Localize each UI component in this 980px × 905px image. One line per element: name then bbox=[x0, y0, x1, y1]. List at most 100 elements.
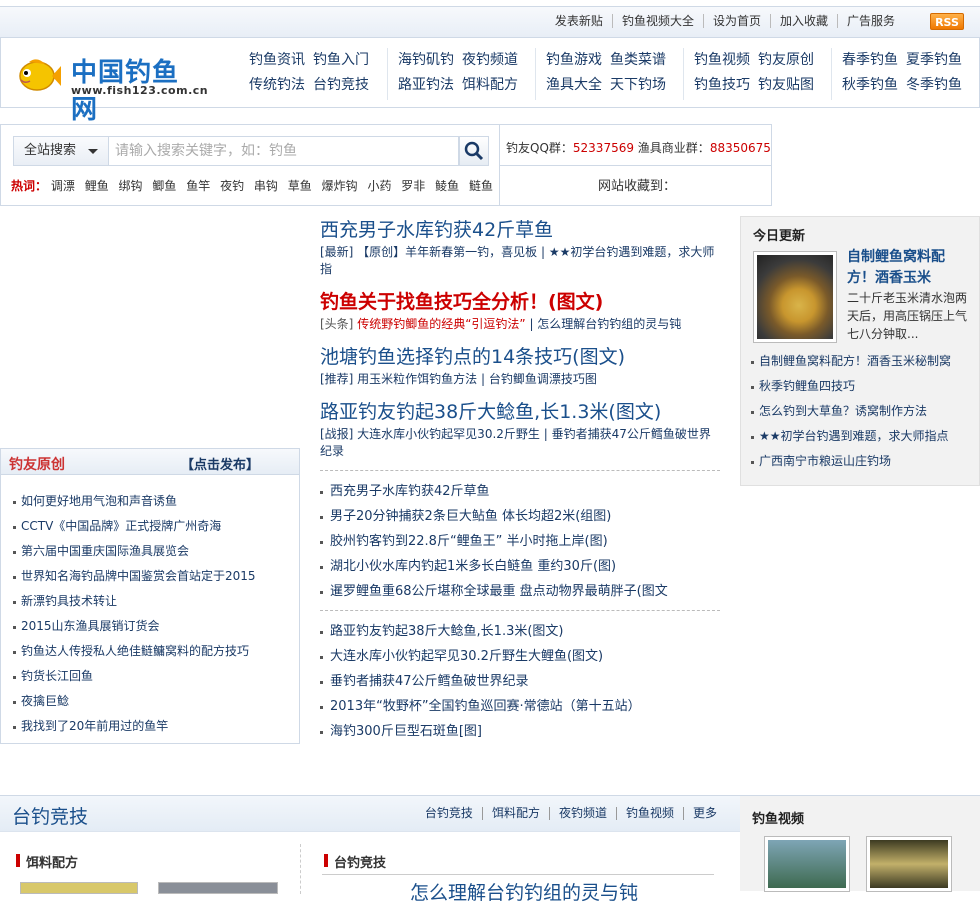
search-input[interactable]: 请输入搜索关键字，如：钓鱼 bbox=[109, 136, 459, 166]
qq-number-1[interactable]: 52337569 bbox=[573, 141, 634, 155]
list-item[interactable]: 第六届中国重庆国际渔具展览会 bbox=[13, 539, 299, 564]
section-link[interactable]: 钓鱼视频 bbox=[615, 807, 683, 820]
list-item[interactable]: 路亚钓友钓起38斤大鲶鱼,长1.3米(图文) bbox=[320, 619, 720, 644]
bait-image[interactable] bbox=[20, 882, 138, 894]
list-item[interactable]: 如何更好地用气泡和声音诱鱼 bbox=[13, 489, 299, 514]
hot-word[interactable]: 调漂 bbox=[51, 179, 75, 193]
section-link[interactable]: 饵料配方 bbox=[481, 807, 549, 820]
rss-button[interactable]: RSS bbox=[930, 13, 964, 30]
headline-title[interactable]: 西充男子水库钓获42斤草鱼 bbox=[320, 216, 720, 244]
headline-red-link[interactable]: 传统野钓鲫鱼的经典“引逗钓法” bbox=[353, 317, 529, 331]
nav-link[interactable]: 海钓矶钓 bbox=[398, 52, 454, 68]
hot-word[interactable]: 罗非 bbox=[401, 179, 425, 193]
hot-word[interactable]: 绑钩 bbox=[119, 179, 143, 193]
list-item[interactable]: 世界知名海钓品牌中国鉴赏会首站定于2015 bbox=[13, 564, 299, 589]
nav-link[interactable]: 渔具大全 bbox=[546, 77, 602, 93]
nav-link[interactable]: 天下钓场 bbox=[610, 77, 666, 93]
list-item[interactable]: 暹罗鲤鱼重68公斤堪称全球最重 盘点动物界最萌胖子(图文 bbox=[320, 579, 720, 604]
headline-sub[interactable]: [最新] 【原创】羊年新春第一钓，喜见板 | ★★初学台钓遇到难题，求大师指 bbox=[320, 244, 720, 278]
nav-link[interactable]: 传统钓法 bbox=[249, 77, 305, 93]
list-item[interactable]: 男子20分钟捕获2条巨大鲇鱼 体长均超2米(组图) bbox=[320, 504, 720, 529]
list-item[interactable]: 垂钓者捕获47公斤鳕鱼破世界纪录 bbox=[320, 669, 720, 694]
section-link[interactable]: 台钓竞技 bbox=[416, 807, 482, 820]
search-button[interactable] bbox=[459, 136, 489, 166]
nav-link[interactable]: 夏季钓鱼 bbox=[906, 52, 962, 68]
nav-link[interactable]: 钓鱼游戏 bbox=[546, 52, 602, 68]
divider bbox=[322, 874, 714, 875]
nav-link[interactable]: 鱼类菜谱 bbox=[610, 52, 666, 68]
nav-link[interactable]: 秋季钓鱼 bbox=[842, 77, 898, 93]
headline-sub[interactable]: [战报] 大连水库小伙钓起罕见30.2斤野生 | 垂钓者捕获47公斤鳕鱼破世界纪… bbox=[320, 426, 720, 460]
video-thumbnail[interactable] bbox=[866, 836, 952, 892]
hot-word[interactable]: 夜钓 bbox=[220, 179, 244, 193]
headline-sub[interactable]: [推荐] 用玉米粒作饵钓鱼方法 | 台钓鲫鱼调漂技巧图 bbox=[320, 371, 720, 388]
nav-link[interactable]: 路亚钓法 bbox=[398, 77, 454, 93]
top-link-videos[interactable]: 钓鱼视频大全 bbox=[611, 14, 703, 28]
list-item[interactable]: 广西南宁市粮运山庄钓场 bbox=[749, 449, 975, 474]
list-item[interactable]: 秋季钓鲤鱼四技巧 bbox=[749, 374, 975, 399]
feature-title[interactable]: 自制鲤鱼窝料配方！酒香玉米 bbox=[847, 247, 967, 289]
nav-link[interactable]: 钓鱼入门 bbox=[313, 52, 369, 68]
list-item[interactable]: 大连水库小伙钓起罕见30.2斤野生大鲤鱼(图文) bbox=[320, 644, 720, 669]
list-item[interactable]: 钓货长江回鱼 bbox=[13, 664, 299, 689]
nav-group-1: 钓鱼资讯 钓鱼入门 传统钓法 台钓竞技 bbox=[239, 48, 377, 100]
list-item[interactable]: 夜擒巨鲶 bbox=[13, 689, 299, 714]
headline-title[interactable]: 钓鱼关于找鱼技巧全分析！(图文) bbox=[320, 288, 720, 316]
headline-link[interactable]: | 怎么理解台钓钓组的灵与钝 bbox=[529, 317, 681, 331]
list-item[interactable]: 钓鱼达人传授私人绝佳鲢鳙窝料的配方技巧 bbox=[13, 639, 299, 664]
headline-title[interactable]: 路亚钓友钓起38斤大鲶鱼,长1.3米(图文) bbox=[320, 398, 720, 426]
bait-image[interactable] bbox=[158, 882, 278, 894]
search-panel: 全站搜索 请输入搜索关键字，如：钓鱼 热词： 调漂 鲤鱼 绑钩 鲫鱼 鱼竿 夜钓… bbox=[0, 124, 500, 206]
qq-number-2[interactable]: 88350675 bbox=[710, 141, 771, 155]
hot-word[interactable]: 串钩 bbox=[254, 179, 278, 193]
yuanchuang-title[interactable]: 钓友原创 bbox=[9, 454, 65, 474]
nav-link[interactable]: 台钓竞技 bbox=[313, 77, 369, 93]
headline-title[interactable]: 池塘钓鱼选择钓点的14条技巧(图文) bbox=[320, 343, 720, 371]
top-link-ads[interactable]: 广告服务 bbox=[836, 14, 904, 28]
nav-link[interactable]: 冬季钓鱼 bbox=[906, 77, 962, 93]
news-list-2: 路亚钓友钓起38斤大鲶鱼,长1.3米(图文) 大连水库小伙钓起罕见30.2斤野生… bbox=[320, 619, 720, 744]
list-item[interactable]: 自制鲤鱼窝料配方！酒香玉米秘制窝 bbox=[749, 349, 975, 374]
feature-thumbnail[interactable] bbox=[753, 251, 837, 343]
taidiao-title[interactable]: 台钓竞技 bbox=[12, 802, 88, 829]
list-item[interactable]: CCTV《中国品牌》正式授牌广州奇海 bbox=[13, 514, 299, 539]
list-item[interactable]: 我找到了20年前用过的鱼竿 bbox=[13, 714, 299, 739]
section-link[interactable]: 夜钓频道 bbox=[548, 807, 616, 820]
hot-word[interactable]: 小药 bbox=[367, 179, 391, 193]
hot-word[interactable]: 鲮鱼 bbox=[435, 179, 459, 193]
top-link-homepage[interactable]: 设为首页 bbox=[702, 14, 770, 28]
nav-link[interactable]: 钓友原创 bbox=[758, 52, 814, 68]
more-link[interactable]: 更多 bbox=[682, 807, 726, 820]
search-scope-select[interactable]: 全站搜索 bbox=[13, 136, 109, 166]
publish-link[interactable]: 【点击发布】 bbox=[181, 454, 259, 473]
top-link-post[interactable]: 发表新贴 bbox=[546, 14, 612, 28]
hot-word[interactable]: 鱼竿 bbox=[186, 179, 210, 193]
site-logo[interactable]: 中国钓鱼网 www.fish123.com.cn bbox=[13, 48, 208, 125]
nav-link[interactable]: 钓鱼技巧 bbox=[694, 77, 750, 93]
nav-link[interactable]: 钓鱼视频 bbox=[694, 52, 750, 68]
top-link-favorite[interactable]: 加入收藏 bbox=[769, 14, 837, 28]
list-item[interactable]: 胶州钓客钓到22.8斤“鲤鱼王” 半小时拖上岸(图) bbox=[320, 529, 720, 554]
hot-word[interactable]: 鲫鱼 bbox=[152, 179, 176, 193]
list-item[interactable]: 怎么钓到大草鱼？诱窝制作方法 bbox=[749, 399, 975, 424]
nav-link[interactable]: 钓友贴图 bbox=[758, 77, 814, 93]
hot-word[interactable]: 鲢鱼 bbox=[469, 179, 493, 193]
list-item[interactable]: 西充男子水库钓获42斤草鱼 bbox=[320, 479, 720, 504]
list-item[interactable]: 2013年“牧野杯”全国钓鱼巡回赛·常德站（第十五站） bbox=[320, 694, 720, 719]
list-item[interactable]: 2015山东渔具展销订货会 bbox=[13, 614, 299, 639]
list-item[interactable]: ★★初学台钓遇到难题，求大师指点 bbox=[749, 424, 975, 449]
hot-word[interactable]: 草鱼 bbox=[288, 179, 312, 193]
nav-link[interactable]: 钓鱼资讯 bbox=[249, 52, 305, 68]
hot-word[interactable]: 鲤鱼 bbox=[85, 179, 109, 193]
taidiao-headline[interactable]: 怎么理解台钓钓组的灵与钝 bbox=[410, 878, 638, 905]
list-item[interactable]: 新漂钓具技术转让 bbox=[13, 589, 299, 614]
hot-word[interactable]: 爆炸钩 bbox=[322, 179, 358, 193]
list-item[interactable]: 海钓300斤巨型石斑鱼[图] bbox=[320, 719, 720, 744]
nav-group-4: 钓鱼视频 钓友原创 钓鱼技巧 钓友贴图 bbox=[683, 48, 822, 100]
nav-link[interactable]: 饵料配方 bbox=[462, 77, 518, 93]
top-links: 发表新贴 钓鱼视频大全 设为首页 加入收藏 广告服务 bbox=[546, 14, 904, 28]
list-item[interactable]: 湖北小伙水库内钓起1米多长白鲢鱼 重约30斤(图) bbox=[320, 554, 720, 579]
nav-link[interactable]: 夜钓频道 bbox=[462, 52, 518, 68]
video-thumbnail[interactable] bbox=[764, 836, 850, 892]
nav-link[interactable]: 春季钓鱼 bbox=[842, 52, 898, 68]
